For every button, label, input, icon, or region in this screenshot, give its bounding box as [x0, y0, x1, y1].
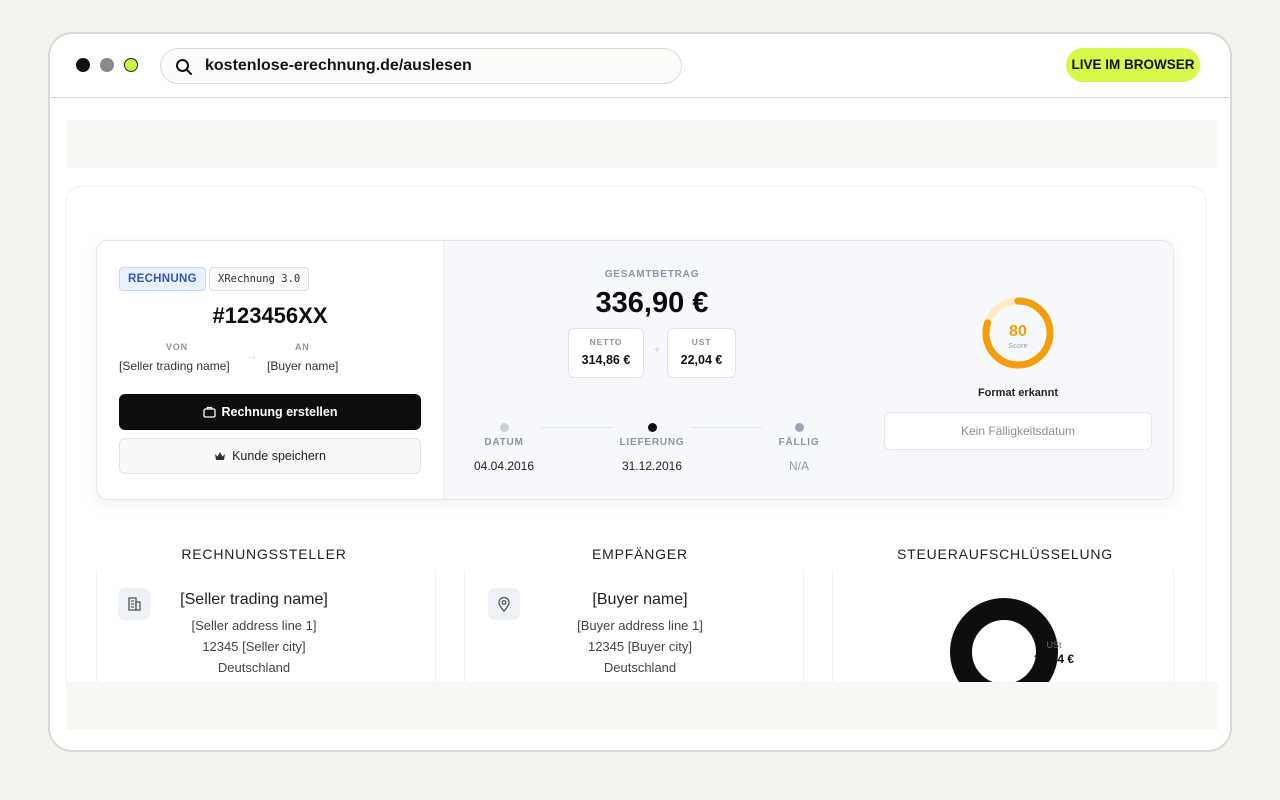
- due-date-box: Kein Fälligkeitsdatum: [884, 412, 1152, 450]
- net-box: NETTO 314,86 €: [568, 328, 644, 378]
- seller-country: Deutschland: [217, 660, 291, 675]
- invoice-summary-card: RECHNUNG XRechnung 3.0 #123456XX VON AN …: [96, 240, 1174, 500]
- format-tag: XRechnung 3.0: [209, 267, 310, 291]
- seller-city: 12345 [Seller city]: [202, 639, 306, 654]
- search-icon: [176, 59, 192, 75]
- window-maximize-dot[interactable]: [124, 58, 138, 72]
- timeline-label-delivery: LIEFERUNG: [619, 437, 685, 448]
- timeline-label-due: FÄLLIG: [778, 437, 820, 448]
- browser-toolbar: kostenlose-erechnung.de/auslesen LIVE IM…: [50, 34, 1230, 98]
- net-label: NETTO: [589, 337, 623, 347]
- create-invoice-label: Rechnung erstellen: [221, 405, 338, 419]
- tax-donut-value: 22,04 €: [1033, 652, 1075, 666]
- timeline-value-due: N/A: [788, 459, 809, 473]
- vat-label: UST: [691, 337, 712, 347]
- live-badge: LIVE IM BROWSER: [1066, 48, 1200, 82]
- timeline-value-delivery: 31.12.2016: [621, 459, 683, 473]
- from-party: [Seller trading name]: [119, 359, 230, 373]
- timeline-label-date: DATUM: [484, 437, 524, 448]
- net-value: 314,86 €: [581, 353, 631, 367]
- from-label: VON: [166, 342, 188, 352]
- arrow-icon: →: [247, 351, 257, 362]
- invoice-amounts: GESAMTBETRAG 336,90 € NETTO 314,86 € + U…: [443, 241, 1173, 499]
- total-amount: 336,90 €: [595, 287, 709, 319]
- window-minimize-dot[interactable]: [100, 58, 114, 72]
- create-invoice-button[interactable]: Rechnung erstellen: [119, 394, 421, 430]
- buyer-name: [Buyer name]: [592, 591, 688, 608]
- tax-section-title: STEUERAUFSCHLÜSSELUNG: [897, 546, 1113, 562]
- timeline-connector: [690, 427, 762, 428]
- url-text: kostenlose-erechnung.de/auslesen: [205, 57, 472, 74]
- window-close-dot[interactable]: [76, 58, 90, 72]
- timeline-value-date: 04.04.2016: [473, 459, 535, 473]
- buyer-city: 12345 [Buyer city]: [587, 639, 693, 654]
- buyer-section-title: EMPFÄNGER: [592, 546, 688, 562]
- vat-box: UST 22,04 €: [667, 328, 736, 378]
- seller-address-line: [Seller address line 1]: [191, 618, 317, 633]
- score-caption: Format erkannt: [977, 387, 1059, 399]
- buyer-address-line: [Buyer address line 1]: [577, 618, 703, 633]
- invoice-number: #123456XX: [212, 303, 328, 328]
- score-gauge: 80 Score: [982, 297, 1054, 369]
- seller-section-title: RECHNUNGSSTELLER: [181, 546, 347, 562]
- browser-window: kostenlose-erechnung.de/auslesen LIVE IM…: [48, 32, 1232, 752]
- address-bar[interactable]: kostenlose-erechnung.de/auslesen: [160, 48, 682, 84]
- to-label: AN: [295, 342, 310, 352]
- score-sub: Score: [1008, 341, 1028, 350]
- to-party: [Buyer name]: [267, 359, 339, 373]
- invoice-identity: RECHNUNG XRechnung 3.0 #123456XX VON AN …: [97, 241, 443, 499]
- plus-sign: +: [654, 345, 660, 356]
- briefcase-icon: [202, 406, 216, 418]
- timeline-dot-delivery: [648, 423, 657, 432]
- timeline-dot-due: [795, 423, 804, 432]
- seller-name: [Seller trading name]: [180, 591, 328, 608]
- save-customer-button[interactable]: Kunde speichern: [119, 438, 421, 474]
- save-customer-label: Kunde speichern: [232, 449, 326, 463]
- placeholder-band-top: [66, 120, 1218, 168]
- placeholder-band-bottom: [66, 682, 1218, 730]
- total-label: GESAMTBETRAG: [604, 269, 700, 280]
- tax-donut-label: USt: [1046, 640, 1062, 650]
- score-value: 80: [1009, 323, 1027, 340]
- timeline-connector: [541, 427, 613, 428]
- buyer-country: Deutschland: [603, 660, 677, 675]
- crown-icon: [215, 452, 226, 460]
- invoice-type-tag: RECHNUNG: [119, 267, 206, 291]
- vat-value: 22,04 €: [680, 353, 723, 367]
- timeline-dot-date: [500, 423, 509, 432]
